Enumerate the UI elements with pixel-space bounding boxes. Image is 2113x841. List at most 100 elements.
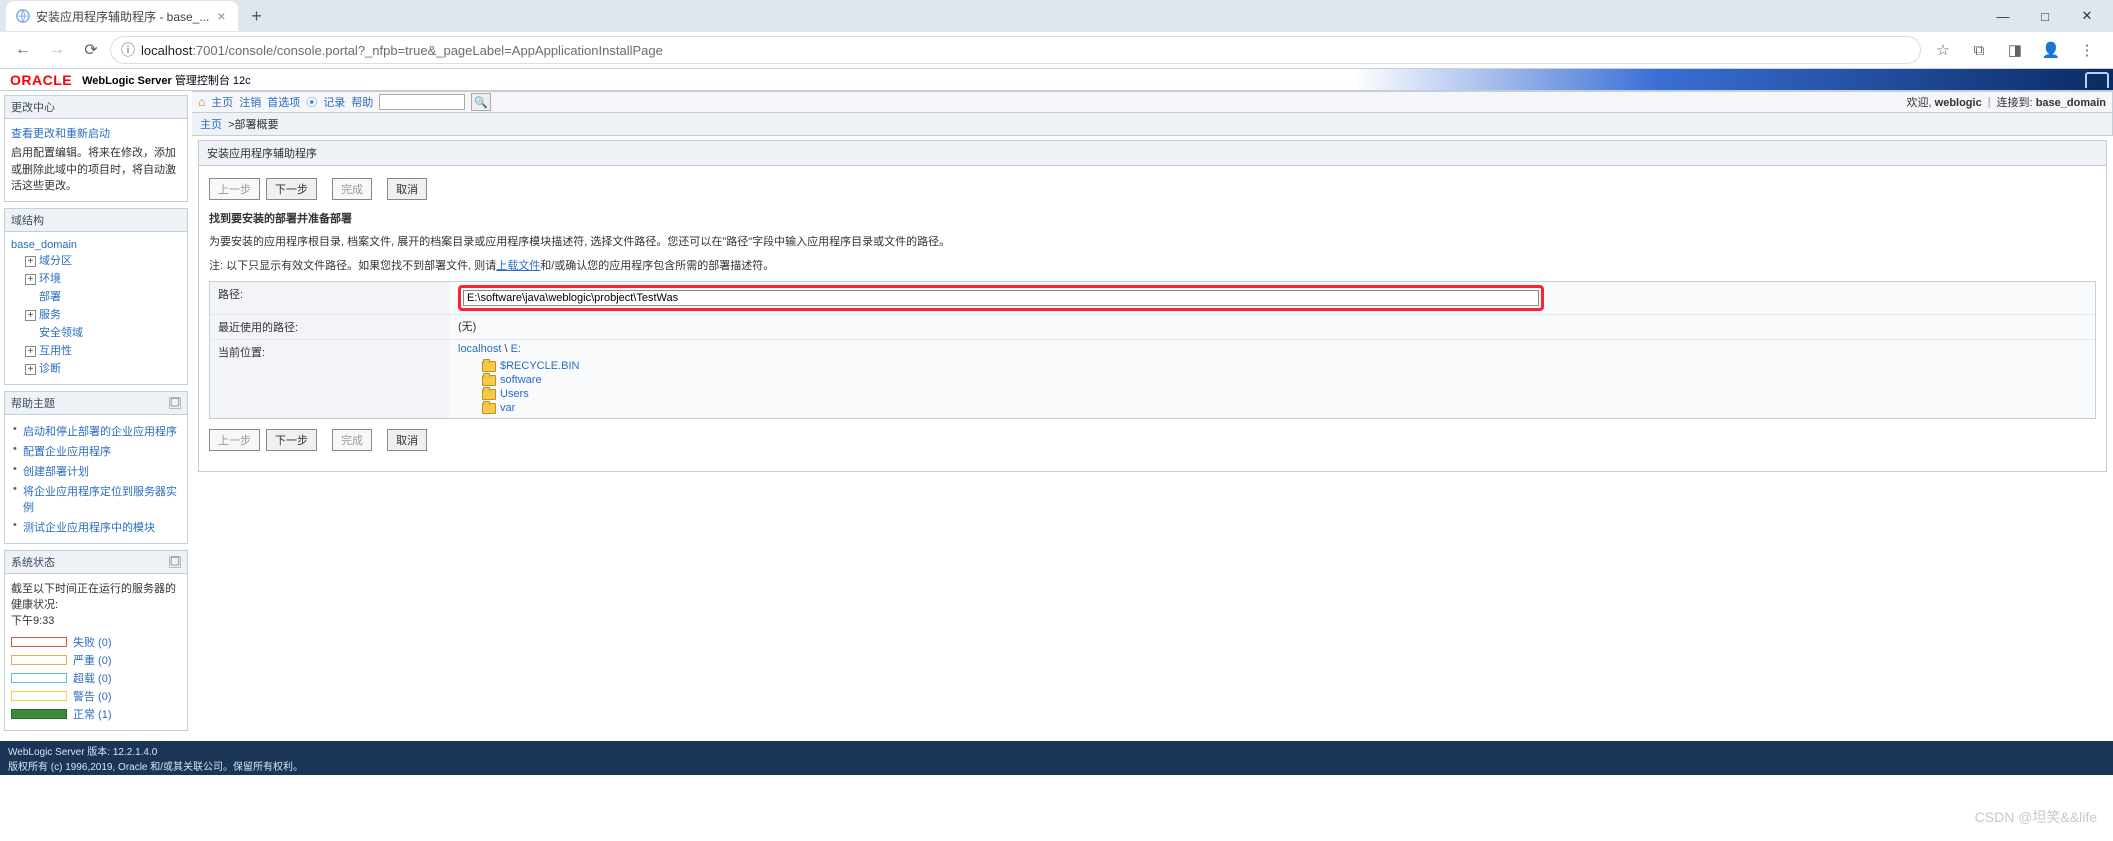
help-link[interactable]: 帮助 <box>351 94 373 110</box>
domain-tree: base_domain +域分区+环境部署+服务安全领域+互用性+诊断 <box>11 238 181 378</box>
section-note: 注: 以下只显示有效文件路径。如果您找不到部署文件, 则请上载文件和/或确认您的… <box>209 258 2096 276</box>
welcome-text: 欢迎, weblogic <box>1907 94 1982 110</box>
dir-item: software <box>482 373 2087 387</box>
url-box[interactable]: ⓘ localhost:7001/console/console.portal?… <box>110 36 1921 64</box>
status-row: 失败 (0) <box>11 634 181 650</box>
tree-item[interactable]: 安全领域 <box>39 327 83 339</box>
side-panel-icon[interactable]: ◨ <box>2001 36 2029 64</box>
tree-item[interactable]: 互用性 <box>39 345 72 357</box>
browser-tab[interactable]: 安装应用程序辅助程序 - base_... × <box>6 1 238 31</box>
tree-item[interactable]: 服务 <box>39 309 61 321</box>
dir-link[interactable]: software <box>500 374 542 386</box>
help-link[interactable]: 测试企业应用程序中的模块 <box>23 522 155 534</box>
status-label[interactable]: 失败 (0) <box>73 634 112 650</box>
top-toolbar: ⌂ 主页 注销 首选项 ⦿ 记录 帮助 🔍 欢迎, weblogic | 连接到… <box>192 91 2113 113</box>
menu-icon[interactable]: ⋮ <box>2073 36 2101 64</box>
breadcrumb-home[interactable]: 主页 <box>200 119 222 131</box>
logout-link[interactable]: 注销 <box>239 94 261 110</box>
star-icon[interactable]: ☆ <box>1929 36 1957 64</box>
current-label: 当前位置: <box>210 340 450 418</box>
path-input[interactable] <box>463 290 1539 306</box>
current-host-link[interactable]: localhost <box>458 343 501 355</box>
tree-toggle-icon[interactable]: + <box>25 256 36 267</box>
close-window-button[interactable]: ✕ <box>2067 2 2107 30</box>
tree-root[interactable]: base_domain <box>11 239 77 251</box>
tree-item[interactable]: 环境 <box>39 273 61 285</box>
finish-button[interactable]: 完成 <box>332 429 372 451</box>
path-label: 路径: <box>210 282 450 314</box>
finish-button[interactable]: 完成 <box>332 178 372 200</box>
collapse-icon[interactable]: ▢ <box>169 397 181 409</box>
record-link[interactable]: 记录 <box>323 94 345 110</box>
status-label[interactable]: 严重 (0) <box>73 652 112 668</box>
header-swoosh <box>1353 69 2113 90</box>
cancel-button[interactable]: 取消 <box>387 429 427 451</box>
tree-item[interactable]: 诊断 <box>39 363 61 375</box>
maximize-button[interactable]: □ <box>2025 2 2065 30</box>
search-input[interactable] <box>379 94 465 110</box>
dir-link[interactable]: $RECYCLE.BIN <box>500 360 579 372</box>
home-link[interactable]: 主页 <box>211 94 233 110</box>
help-link[interactable]: 启动和停止部署的企业应用程序 <box>23 426 177 438</box>
next-button[interactable]: 下一步 <box>266 429 317 451</box>
tree-toggle-icon[interactable]: + <box>25 364 36 375</box>
main-content: 安装应用程序辅助程序 上一步 下一步 完成 取消 找到要安装的部署并准备部署 为… <box>192 136 2113 476</box>
help-link[interactable]: 配置企业应用程序 <box>23 446 111 458</box>
extensions-icon[interactable]: ⧉ <box>1965 36 1993 64</box>
url-path: :7001/console/console.portal?_nfpb=true&… <box>192 43 663 58</box>
prefs-link[interactable]: 首选项 <box>267 94 300 110</box>
status-bar-icon <box>11 655 67 665</box>
close-icon[interactable]: × <box>215 8 227 24</box>
tab-title: 安装应用程序辅助程序 - base_... <box>36 8 209 25</box>
status-label[interactable]: 正常 (1) <box>73 706 112 722</box>
next-button[interactable]: 下一步 <box>266 178 317 200</box>
status-row: 严重 (0) <box>11 652 181 668</box>
oracle-header: ORACLE WebLogic Server 管理控制台 12c <box>0 69 2113 91</box>
search-button[interactable]: 🔍 <box>471 93 491 111</box>
tree-item[interactable]: 部署 <box>39 291 61 303</box>
back-button[interactable]: 上一步 <box>209 429 260 451</box>
status-row: 警告 (0) <box>11 688 181 704</box>
dir-item: Users <box>482 387 2087 401</box>
cancel-button[interactable]: 取消 <box>387 178 427 200</box>
current-drive-link[interactable]: E: <box>511 343 521 355</box>
upload-link[interactable]: 上载文件 <box>496 260 540 272</box>
footer-copyright: 版权所有 (c) 1996,2019, Oracle 和/或其关联公司。保留所有… <box>8 758 303 773</box>
back-button[interactable]: 上一步 <box>209 178 260 200</box>
back-button[interactable]: ← <box>8 35 38 65</box>
tree-item[interactable]: 域分区 <box>39 255 72 267</box>
reload-button[interactable]: ⟳ <box>76 35 106 65</box>
forward-button[interactable]: → <box>42 35 72 65</box>
home-icon: ⌂ <box>198 95 205 109</box>
change-center-title: 更改中心 <box>11 99 181 115</box>
footer-version: WebLogic Server 版本: 12.2.1.4.0 <box>8 743 303 758</box>
help-link[interactable]: 创建部署计划 <box>23 466 89 478</box>
dir-link[interactable]: var <box>500 402 515 414</box>
dir-list: $RECYCLE.BIN software Users var <box>458 355 2087 415</box>
favicon-icon <box>16 9 30 23</box>
profile-icon[interactable]: 👤 <box>2037 36 2065 64</box>
site-info-icon[interactable]: ⓘ <box>121 40 135 60</box>
minimize-button[interactable]: — <box>1983 2 2023 30</box>
help-portlet: 帮助主题▢ 启动和停止部署的企业应用程序配置企业应用程序创建部署计划将企业应用程… <box>4 391 188 544</box>
domain-tree-title: 域结构 <box>11 212 181 228</box>
domain-tree-portlet: 域结构 base_domain +域分区+环境部署+服务安全领域+互用性+诊断 <box>4 208 188 385</box>
recent-label: 最近使用的路径: <box>210 315 450 339</box>
view-changes-link[interactable]: 查看更改和重新启动 <box>11 128 110 140</box>
tree-toggle-icon[interactable]: + <box>25 346 36 357</box>
dir-item: var <box>482 401 2087 415</box>
button-row-top: 上一步 下一步 完成 取消 <box>209 178 2096 200</box>
status-label[interactable]: 警告 (0) <box>73 688 112 704</box>
change-center-portlet: 更改中心 查看更改和重新启动 启用配置编辑。将来在修改，添加或删除此域中的项目时… <box>4 95 188 202</box>
status-label[interactable]: 超载 (0) <box>73 670 112 686</box>
dir-link[interactable]: Users <box>500 388 529 400</box>
tree-toggle-icon[interactable]: + <box>25 274 36 285</box>
status-title: 系统状态 <box>11 554 169 570</box>
status-caption: 截至以下时间正在运行的服务器的健康状况: <box>11 580 181 612</box>
new-tab-button[interactable]: + <box>244 3 270 29</box>
tree-toggle-icon[interactable]: + <box>25 310 36 321</box>
collapse-icon[interactable]: ▢ <box>169 556 181 568</box>
address-bar: ← → ⟳ ⓘ localhost:7001/console/console.p… <box>0 32 2113 68</box>
help-link[interactable]: 将企业应用程序定位到服务器实例 <box>23 486 177 514</box>
product-name: WebLogic Server 管理控制台 12c <box>82 72 251 88</box>
